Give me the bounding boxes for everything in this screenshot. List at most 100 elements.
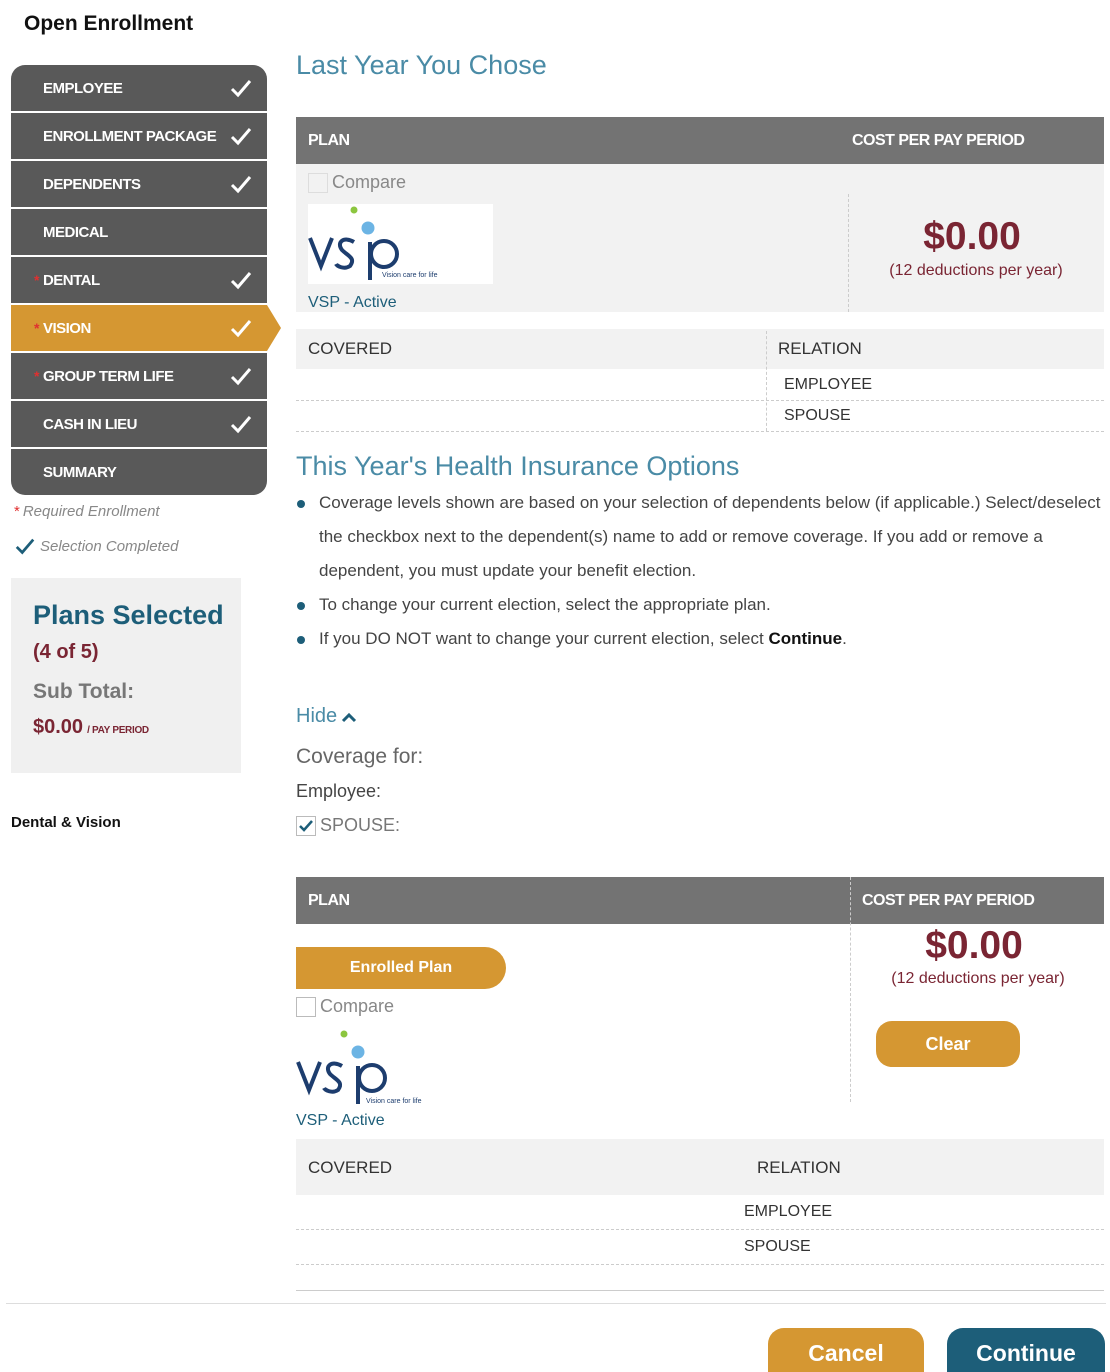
spouse-checkbox[interactable]: SPOUSE:	[296, 815, 400, 836]
relation-value: EMPLOYEE	[744, 1203, 833, 1220]
footer-divider	[6, 1303, 1106, 1304]
step-enrollment-package[interactable]: ENROLLMENT PACKAGE	[11, 113, 267, 159]
step-label: GROUP TERM LIFE	[42, 367, 174, 385]
check-icon	[229, 364, 253, 388]
check-icon	[229, 172, 253, 196]
last-year-plan-header: PLAN COST PER PAY PERIOD	[296, 117, 1104, 164]
step-medical[interactable]: MEDICAL	[11, 209, 267, 255]
legend-required: * Required Enrollment	[14, 503, 160, 520]
step-label: DEPENDENTS	[43, 175, 141, 193]
vsp-logo-icon	[296, 1030, 387, 1104]
instruction-text: If you DO NOT want to change your curren…	[319, 629, 769, 648]
cost-header: COST PER PAY PERIOD	[862, 892, 1035, 909]
this-year-plan-header: PLAN COST PER PAY PERIOD	[296, 877, 1104, 924]
vsp-logo: Vision care for life	[296, 1028, 481, 1108]
compare-label: Compare	[320, 996, 395, 1016]
plan-name: VSP - Active	[296, 1112, 385, 1129]
step-summary[interactable]: SUMMARY	[11, 449, 267, 495]
clear-button[interactable]: Clear	[876, 1021, 1020, 1067]
subtotal: $0.00/ PAY PERIOD	[33, 716, 241, 739]
check-icon	[229, 124, 253, 148]
continue-button[interactable]: Continue	[947, 1328, 1105, 1372]
chevron-up-icon	[342, 712, 357, 722]
check-icon	[229, 316, 253, 340]
plan-price: $0.00	[925, 924, 1023, 967]
hide-toggle[interactable]: Hide	[296, 705, 357, 728]
logo-tagline: Vision care for life	[382, 272, 438, 279]
relation-value: SPOUSE	[744, 1238, 811, 1255]
compare-checkbox[interactable]: Compare	[296, 996, 394, 1017]
subtotal-amount: $0.00	[33, 716, 84, 738]
employee-label: Employee:	[296, 781, 382, 801]
enrollment-steps: EMPLOYEE ENROLLMENT PACKAGE DEPENDENTS M…	[11, 65, 281, 497]
required-mark: *	[14, 503, 20, 520]
list-item: Coverage levels shown are based on your …	[296, 486, 1106, 588]
check-icon	[299, 819, 313, 832]
this-year-title: This Year's Health Insurance Options	[296, 451, 740, 481]
step-label: DENTAL	[42, 271, 100, 289]
compare-checkbox[interactable]: Compare	[308, 172, 406, 193]
legend-completed: Selection Completed	[14, 535, 178, 557]
table-row	[296, 1265, 1104, 1291]
plan-group-label: Dental & Vision	[11, 814, 121, 831]
last-year-plan-row: Compare Vision care for life VSP - Activ…	[296, 164, 1104, 312]
step-cash-in-lieu[interactable]: CASH IN LIEU	[11, 401, 267, 447]
enrolled-plan-button[interactable]: Enrolled Plan	[296, 947, 506, 989]
list-item: To change your current election, select …	[296, 588, 1106, 622]
required-mark: *	[34, 320, 39, 336]
plan-price: $0.00	[923, 215, 1021, 258]
covered-header-row: COVERED RELATION	[296, 1139, 1104, 1195]
compare-label: Compare	[332, 172, 407, 192]
table-row: SPOUSE	[296, 400, 1104, 432]
step-label: EMPLOYEE	[43, 79, 123, 97]
subtotal-label: Sub Total:	[33, 680, 135, 703]
legend-required-text: Required Enrollment	[22, 503, 160, 520]
step-vision[interactable]: * VISION	[11, 305, 281, 351]
divider	[850, 877, 851, 1102]
step-label: MEDICAL	[43, 223, 108, 241]
plan-header: PLAN	[308, 132, 350, 149]
relation-value: EMPLOYEE	[784, 376, 873, 393]
relation-value: SPOUSE	[784, 407, 851, 424]
cost-header: COST PER PAY PERIOD	[852, 132, 1025, 149]
relation-header: RELATION	[757, 1158, 841, 1177]
table-row: EMPLOYEE	[296, 1195, 1104, 1230]
required-mark: *	[34, 368, 39, 384]
coverage-for-label: Coverage for:	[296, 745, 424, 768]
subtotal-unit: / PAY PERIOD	[87, 725, 149, 736]
spouse-label: SPOUSE:	[320, 815, 401, 835]
hide-label: Hide	[296, 705, 338, 727]
covered-header: COVERED	[308, 339, 393, 358]
check-icon	[229, 76, 253, 100]
plans-selected-panel: Plans Selected (4 of 5) Sub Total: $0.00…	[11, 578, 241, 773]
deductions-text: (12 deductions per year)	[889, 262, 1063, 279]
required-mark: *	[34, 272, 39, 288]
step-label: ENROLLMENT PACKAGE	[43, 127, 217, 145]
instruction-emphasis: Continue	[768, 629, 843, 648]
deductions-text: (12 deductions per year)	[891, 970, 1065, 987]
step-employee[interactable]: EMPLOYEE	[11, 65, 267, 111]
last-year-title: Last Year You Chose	[296, 50, 547, 80]
step-group-term-life[interactable]: * GROUP TERM LIFE	[11, 353, 267, 399]
cancel-button[interactable]: Cancel	[768, 1328, 924, 1372]
relation-header: RELATION	[778, 339, 862, 358]
logo-tagline: Vision care for life	[366, 1098, 422, 1105]
check-icon	[15, 538, 35, 555]
checkbox-box	[296, 996, 316, 1017]
vsp-logo: Vision care for life	[308, 204, 493, 284]
divider	[848, 194, 849, 312]
instructions-list: Coverage levels shown are based on your …	[296, 486, 1106, 656]
instruction-text: .	[842, 629, 847, 648]
checkbox-box	[296, 815, 316, 836]
step-label: CASH IN LIEU	[43, 415, 138, 433]
plans-selected-title: Plans Selected	[33, 600, 224, 630]
checkbox-box	[308, 172, 328, 193]
covered-header-row: COVERED RELATION	[296, 329, 1104, 369]
step-dental[interactable]: * DENTAL	[11, 257, 267, 303]
step-label: SUMMARY	[43, 463, 117, 481]
plan-header: PLAN	[308, 892, 350, 909]
covered-header: COVERED	[308, 1158, 393, 1177]
step-dependents[interactable]: DEPENDENTS	[11, 161, 267, 207]
check-icon	[229, 268, 253, 292]
table-row: SPOUSE	[296, 1230, 1104, 1265]
